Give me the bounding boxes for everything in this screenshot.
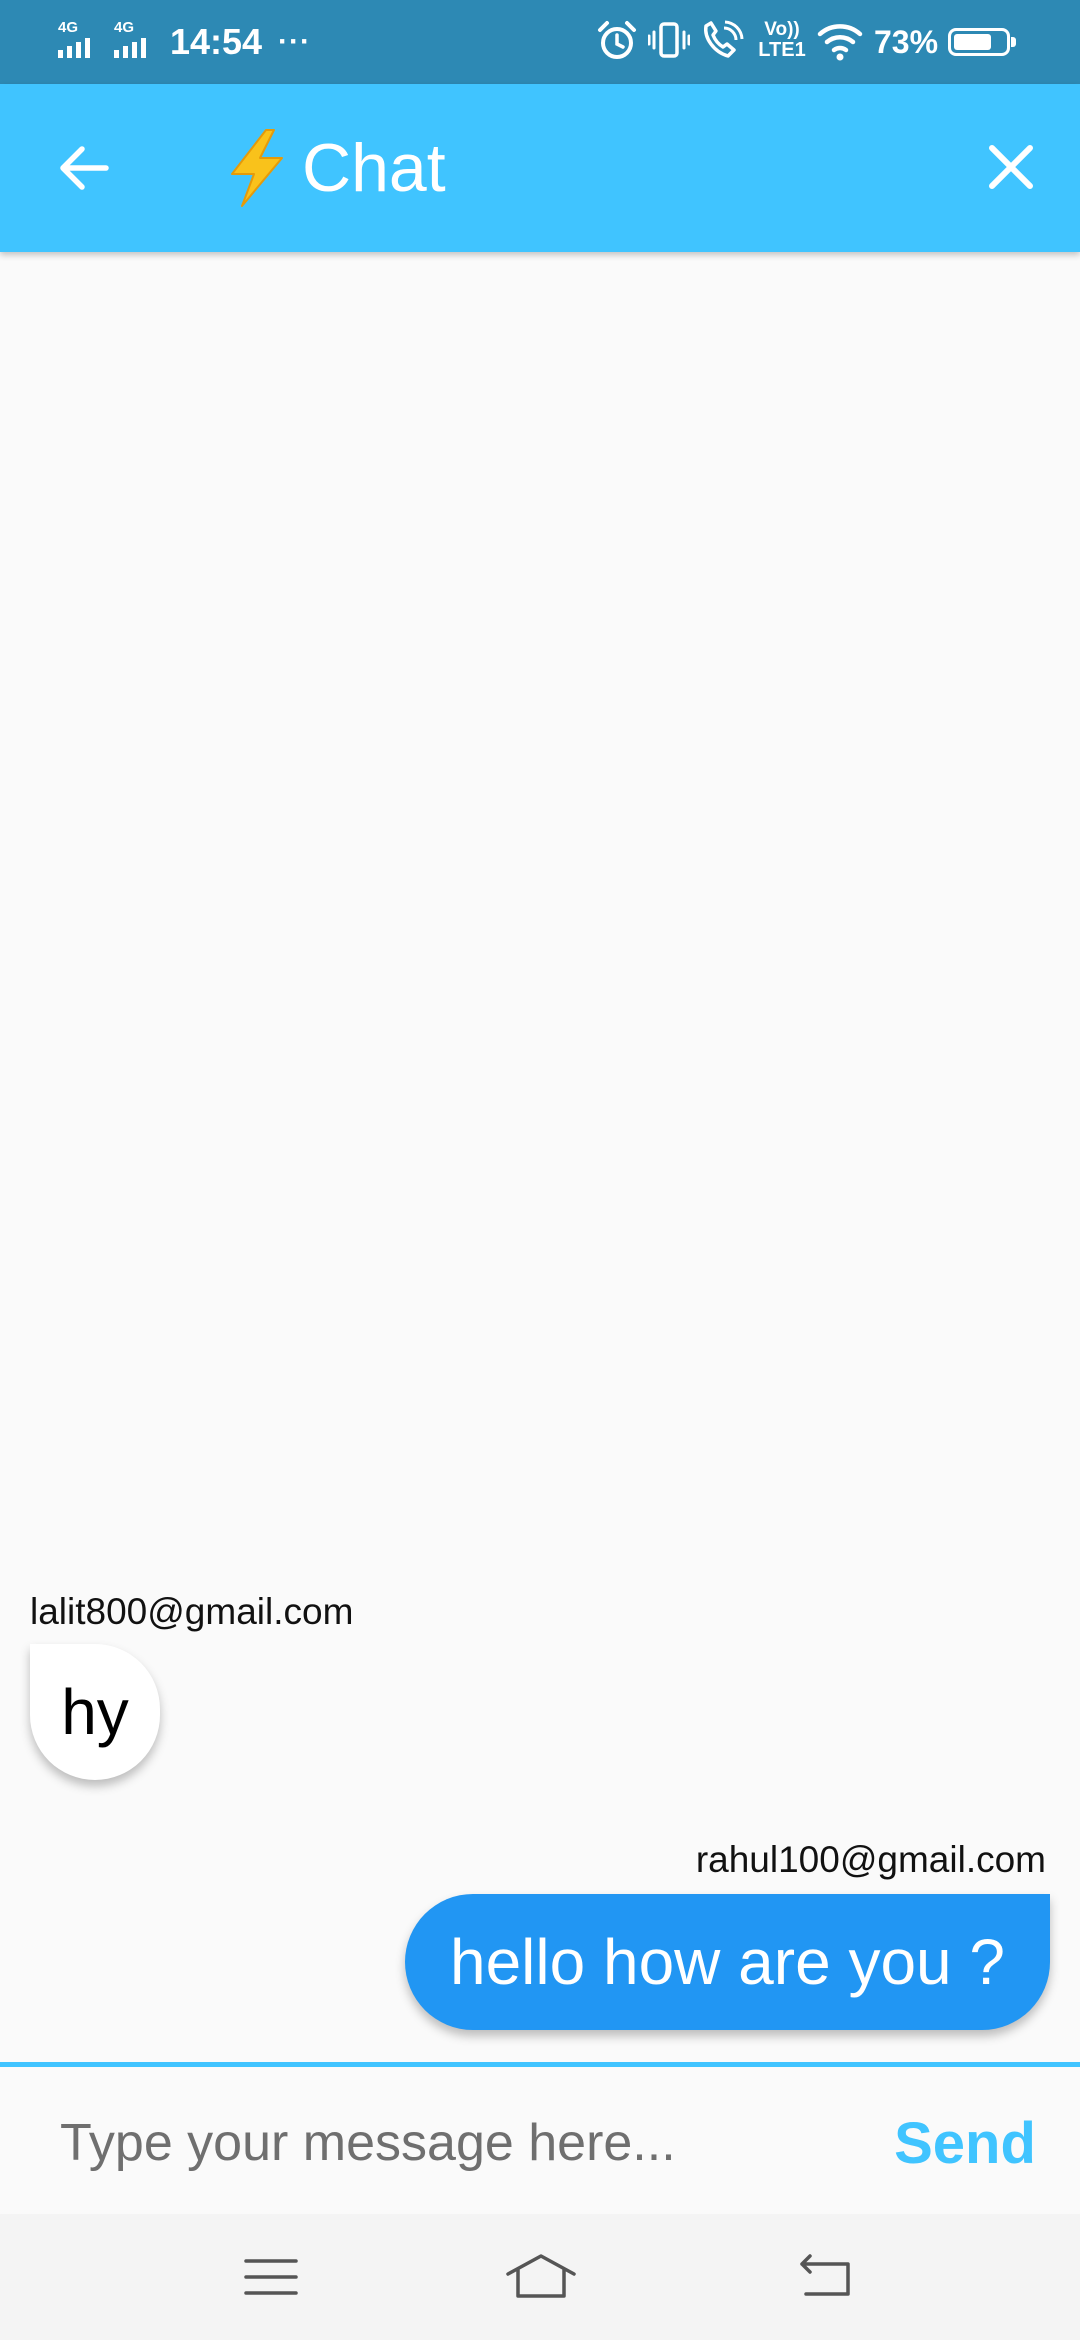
close-icon[interactable] bbox=[976, 132, 1046, 202]
more-notifications-indicator: ··· bbox=[278, 25, 311, 58]
home-icon[interactable] bbox=[496, 2242, 586, 2312]
menu-icon[interactable] bbox=[226, 2242, 316, 2312]
network-type-label: 4G bbox=[114, 19, 135, 36]
lte-label: LTE1 bbox=[758, 39, 806, 61]
app-bar: Chat bbox=[0, 84, 1080, 252]
battery-icon bbox=[948, 28, 1016, 56]
message-sender: lalit800@gmail.com bbox=[30, 1591, 354, 1632]
received-message-bubble[interactable]: hy bbox=[30, 1644, 160, 1780]
wifi-icon bbox=[817, 24, 863, 61]
volte-indicator: Vo)) LTE1 bbox=[754, 20, 810, 64]
sent-message-bubble[interactable]: hello how are you ? bbox=[405, 1894, 1050, 2030]
system-navigation-bar bbox=[0, 2214, 1080, 2340]
signal-icon: 4G bbox=[58, 20, 106, 60]
page-title: Chat bbox=[302, 130, 446, 206]
network-type-label: 4G bbox=[58, 19, 79, 36]
battery-level-fill bbox=[954, 34, 991, 50]
message-sender: rahul100@gmail.com bbox=[695, 1839, 1046, 1880]
lightning-bolt-icon bbox=[231, 129, 283, 207]
message-list[interactable]: lalit800@gmail.com hy rahul100@gmail.com… bbox=[0, 252, 1080, 2062]
arrow-back-icon[interactable] bbox=[50, 134, 118, 202]
send-button[interactable]: Send bbox=[850, 2093, 1080, 2193]
status-time: 14:54 bbox=[170, 21, 263, 62]
message-text: hello how are you ? bbox=[449, 1926, 1006, 1998]
alarm-icon bbox=[598, 21, 636, 59]
message-input[interactable] bbox=[40, 2093, 840, 2193]
back-nav-icon[interactable] bbox=[778, 2242, 868, 2312]
vibrate-icon bbox=[648, 22, 690, 58]
volte-label: Vo)) bbox=[764, 19, 800, 40]
battery-percentage: 73% bbox=[874, 24, 939, 60]
wifi-calling-icon bbox=[704, 20, 744, 58]
message-composer: Send bbox=[0, 2062, 1080, 2214]
signal-icon: 4G bbox=[114, 20, 162, 60]
status-bar: 4G 4G 14:54 ··· Vo)) LTE1 73% bbox=[0, 0, 1080, 84]
message-text: hy bbox=[61, 1676, 129, 1748]
